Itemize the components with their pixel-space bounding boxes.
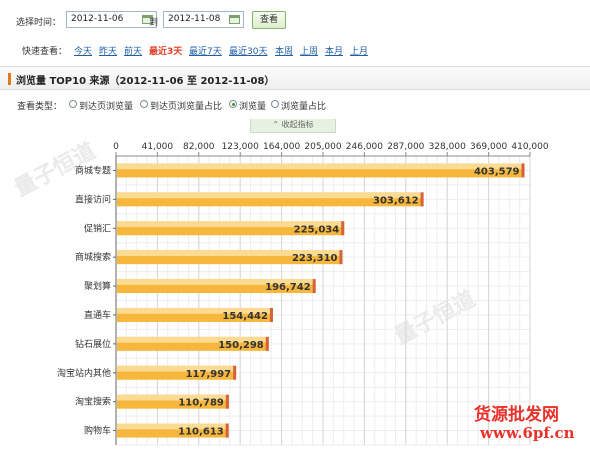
- category-label: 淘宝站内其他: [57, 367, 111, 379]
- bar-value-label: 154,442: [222, 311, 268, 322]
- bar-value-label: 150,298: [218, 340, 264, 351]
- radio-landing-pv-ratio[interactable]: [140, 100, 148, 108]
- start-date-input[interactable]: 2012-11-06: [66, 11, 157, 28]
- date-filter-bar: 选择时间： 2012-11-06 到 2012-11-08 查看: [0, 0, 590, 40]
- collapse-metrics-tab[interactable]: ⌃ 收起指标: [250, 119, 336, 133]
- bar-value-label: 110,613: [178, 427, 224, 438]
- category-label: 钻石展位: [75, 338, 111, 350]
- bar-end-cap: [233, 365, 237, 380]
- select-time-label: 选择时间：: [16, 18, 62, 28]
- to-label: 到: [149, 18, 159, 28]
- bar-value-label: 196,742: [265, 282, 311, 293]
- view-button[interactable]: 查看: [252, 11, 286, 29]
- x-tick-label: 246,000: [346, 142, 383, 152]
- site-watermark: 货源批发网: [474, 405, 559, 425]
- x-tick-label: 123,000: [222, 142, 259, 152]
- bar-end-cap: [225, 423, 229, 438]
- bar-end-cap: [521, 163, 525, 178]
- quick-link-last-week[interactable]: 上周: [300, 44, 318, 57]
- x-tick-label: 82,000: [183, 142, 215, 152]
- section-marker: [8, 73, 11, 85]
- radio-pv[interactable]: [229, 100, 237, 108]
- radio-label-pv: 浏览量: [239, 102, 267, 112]
- site-url-watermark: www.6pf.cn: [480, 424, 575, 442]
- x-tick-label: 205,000: [304, 142, 341, 152]
- bar-value-label: 110,789: [178, 398, 224, 409]
- start-date-value: 2012-11-06: [71, 14, 124, 24]
- x-tick-label: 287,000: [387, 142, 424, 152]
- radio-landing-pv[interactable]: [69, 100, 77, 108]
- quick-view-bar: 快速查看： 今天 昨天 前天 最近3天 最近7天 最近30天 本周 上周 本月 …: [0, 40, 590, 60]
- bar-end-cap: [420, 192, 424, 207]
- quick-link-last-month[interactable]: 上月: [350, 44, 368, 57]
- quick-link-last-3-days[interactable]: 最近3天: [149, 44, 182, 57]
- x-tick-label: 410,000: [511, 142, 548, 152]
- bar-end-cap: [312, 279, 316, 294]
- category-label: 直通车: [84, 309, 111, 321]
- chevron-up-icon: ⌃: [272, 120, 280, 129]
- quick-link-this-week[interactable]: 本周: [275, 44, 293, 57]
- end-date-input[interactable]: 2012-11-08: [163, 11, 244, 28]
- category-label: 直接访问: [75, 193, 111, 205]
- quick-link-last-7-days[interactable]: 最近7天: [189, 44, 222, 57]
- view-type-label: 查看类型：: [17, 102, 63, 112]
- quick-link-yesterday[interactable]: 昨天: [99, 44, 117, 57]
- bar-value-label: 223,310: [292, 253, 338, 264]
- x-tick-label: 0: [113, 142, 119, 152]
- bar-value-label: 117,997: [186, 369, 232, 380]
- category-label: 淘宝搜索: [75, 396, 111, 408]
- category-label: 商城专题: [75, 164, 111, 176]
- x-tick-label: 328,000: [429, 142, 466, 152]
- collapse-label: 收起指标: [281, 120, 314, 129]
- radio-label-landing-pv: 到达页浏览量: [79, 102, 134, 112]
- x-tick-label: 164,000: [263, 142, 300, 152]
- section-header: 浏览量 TOP10 来源（2012-11-06 至 2012-11-08）: [0, 66, 590, 90]
- quick-view-label: 快速查看：: [22, 47, 68, 57]
- bar-end-cap: [265, 336, 269, 351]
- quick-link-last-30-days[interactable]: 最近30天: [229, 44, 267, 57]
- bar-value-label: 403,579: [474, 166, 520, 177]
- bar-end-cap: [269, 307, 273, 322]
- radio-pv-ratio[interactable]: [271, 100, 279, 108]
- category-label: 促销汇: [84, 222, 111, 234]
- bar-value-label: 303,612: [373, 195, 419, 206]
- end-date-value: 2012-11-08: [168, 14, 221, 24]
- quick-link-day-before[interactable]: 前天: [124, 44, 142, 57]
- category-label: 聚划算: [84, 280, 111, 292]
- bar-end-cap: [341, 221, 345, 236]
- bar-value-label: 225,034: [294, 224, 340, 235]
- bar-highlight: [117, 163, 525, 170]
- category-label: 商城搜索: [75, 251, 111, 263]
- bar-end-cap: [225, 394, 229, 409]
- calendar-icon[interactable]: [229, 15, 240, 24]
- x-tick-label: 41,000: [142, 142, 174, 152]
- radio-label-pv-ratio: 浏览量占比: [281, 102, 327, 112]
- quick-link-this-month[interactable]: 本月: [325, 44, 343, 57]
- bar-end-cap: [339, 250, 343, 265]
- radio-label-landing-pv-ratio: 到达页浏览量占比: [150, 102, 223, 112]
- view-type-bar: 查看类型： 到达页浏览量 到达页浏览量占比 浏览量 浏览量占比: [0, 97, 590, 115]
- x-tick-label: 369,000: [470, 142, 507, 152]
- quick-link-today[interactable]: 今天: [74, 44, 92, 57]
- category-label: 购物车: [84, 425, 111, 437]
- section-title: 浏览量 TOP10 来源（2012-11-06 至 2012-11-08）: [16, 76, 275, 87]
